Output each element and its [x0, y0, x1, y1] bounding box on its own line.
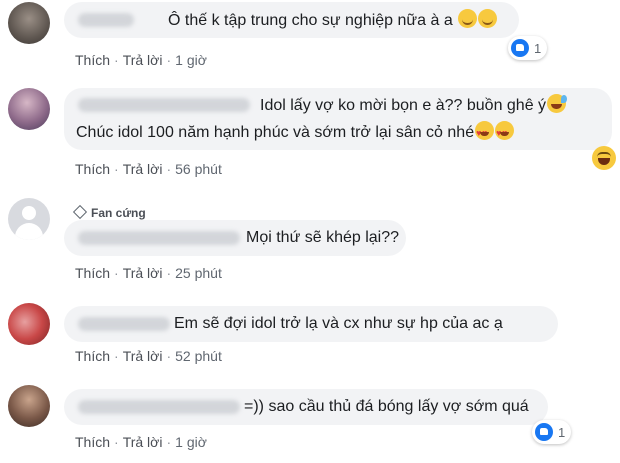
- comment-bubble: Em sẽ đợi idol trở lạ và cx như sự hp củ…: [64, 306, 558, 342]
- avatar[interactable]: [8, 303, 50, 345]
- sweat-smile-emoji: [547, 94, 568, 113]
- comment-text: =)) sao cầu thủ đá bóng lấy vợ sớm quá: [244, 398, 529, 415]
- author-name-blurred[interactable]: [78, 98, 250, 112]
- separator: ·: [114, 161, 119, 177]
- diamond-icon: [72, 204, 88, 220]
- author-name-blurred[interactable]: [78, 231, 240, 245]
- fan-badge: Fan cứng: [72, 204, 146, 220]
- haha-icon[interactable]: [592, 146, 616, 170]
- like-link[interactable]: Thích: [75, 265, 110, 281]
- comment-text-row: Idol lấy vợ ko mời bọn e à?? buồn ghê ý: [260, 94, 568, 117]
- comment-bubble: Ô thế k tập trung cho sự nghiệp nữa à a: [64, 2, 519, 38]
- comment-text-row: Chúc idol 100 năm hạnh phúc và sớm trở l…: [76, 121, 515, 144]
- comment-bubble: =)) sao cầu thủ đá bóng lấy vợ sớm quá: [64, 389, 548, 425]
- fan-badge-label: Fan cứng: [91, 206, 146, 220]
- reply-link[interactable]: Trả lời: [123, 265, 163, 281]
- comment-actions: Thích · Trả lời · 56 phút: [75, 161, 222, 177]
- comment-actions: Thích · Trả lời · 1 giờ: [75, 434, 207, 450]
- comment-actions: Thích · Trả lời · 52 phút: [75, 348, 222, 364]
- like-icon: [511, 39, 529, 57]
- smile-emoji: [478, 9, 498, 28]
- avatar[interactable]: [8, 88, 50, 130]
- like-icon: [535, 423, 553, 441]
- reply-link[interactable]: Trả lời: [123, 348, 163, 364]
- comment-bubble: Mọi thứ sẽ khép lại??: [64, 220, 406, 256]
- avatar[interactable]: [8, 2, 50, 44]
- timestamp[interactable]: 52 phút: [175, 348, 222, 364]
- reaction-badge[interactable]: 1: [508, 36, 548, 60]
- heart-eyes-emoji: [495, 121, 515, 144]
- reaction-count: 1: [558, 424, 566, 440]
- avatar[interactable]: [8, 385, 50, 427]
- comment-text: Mọi thứ sẽ khép lại??: [246, 229, 400, 246]
- author-name-blurred[interactable]: [78, 317, 170, 331]
- like-link[interactable]: Thích: [75, 434, 110, 450]
- reaction-badge[interactable]: 1: [532, 420, 572, 444]
- comment-actions: Thích · Trả lời · 25 phút: [75, 265, 222, 281]
- like-link[interactable]: Thích: [75, 52, 110, 68]
- timestamp[interactable]: 1 giờ: [175, 52, 207, 68]
- separator: ·: [114, 265, 119, 281]
- separator: ·: [166, 265, 172, 281]
- comment-text-line1: Idol lấy vợ ko mời bọn e à?? buồn ghê ý: [260, 97, 547, 114]
- comment-text: Ô thế k tập trung cho sự nghiệp nữa à a: [168, 12, 453, 29]
- timestamp[interactable]: 25 phút: [175, 265, 222, 281]
- reply-link[interactable]: Trả lời: [123, 161, 163, 177]
- like-link[interactable]: Thích: [75, 161, 110, 177]
- author-name-blurred[interactable]: [78, 400, 240, 414]
- separator: ·: [166, 348, 172, 364]
- timestamp[interactable]: 1 giờ: [175, 434, 207, 450]
- reaction-count: 1: [534, 40, 542, 56]
- reply-link[interactable]: Trả lời: [123, 52, 163, 68]
- comment-text-row: Ô thế k tập trung cho sự nghiệp nữa à a: [168, 9, 498, 32]
- separator: ·: [166, 161, 172, 177]
- smile-emoji: [458, 9, 478, 28]
- separator: ·: [166, 52, 172, 68]
- default-avatar-body: [15, 223, 43, 240]
- separator: ·: [166, 434, 172, 450]
- separator: ·: [114, 434, 119, 450]
- comment-actions: Thích · Trả lời · 1 giờ: [75, 52, 207, 68]
- comment-bubble: Idol lấy vợ ko mời bọn e à?? buồn ghê ý …: [64, 88, 612, 150]
- author-name-blurred[interactable]: [78, 13, 134, 27]
- heart-eyes-emoji: [475, 121, 495, 144]
- reply-link[interactable]: Trả lời: [123, 434, 163, 450]
- comment-text: Em sẽ đợi idol trở lạ và cx như sự hp củ…: [174, 315, 503, 332]
- separator: ·: [114, 348, 119, 364]
- default-avatar-head: [22, 206, 36, 220]
- timestamp[interactable]: 56 phút: [175, 161, 222, 177]
- separator: ·: [114, 52, 119, 68]
- avatar[interactable]: [8, 198, 50, 240]
- like-link[interactable]: Thích: [75, 348, 110, 364]
- comment-text-line2: Chúc idol 100 năm hạnh phúc và sớm trở l…: [76, 124, 475, 141]
